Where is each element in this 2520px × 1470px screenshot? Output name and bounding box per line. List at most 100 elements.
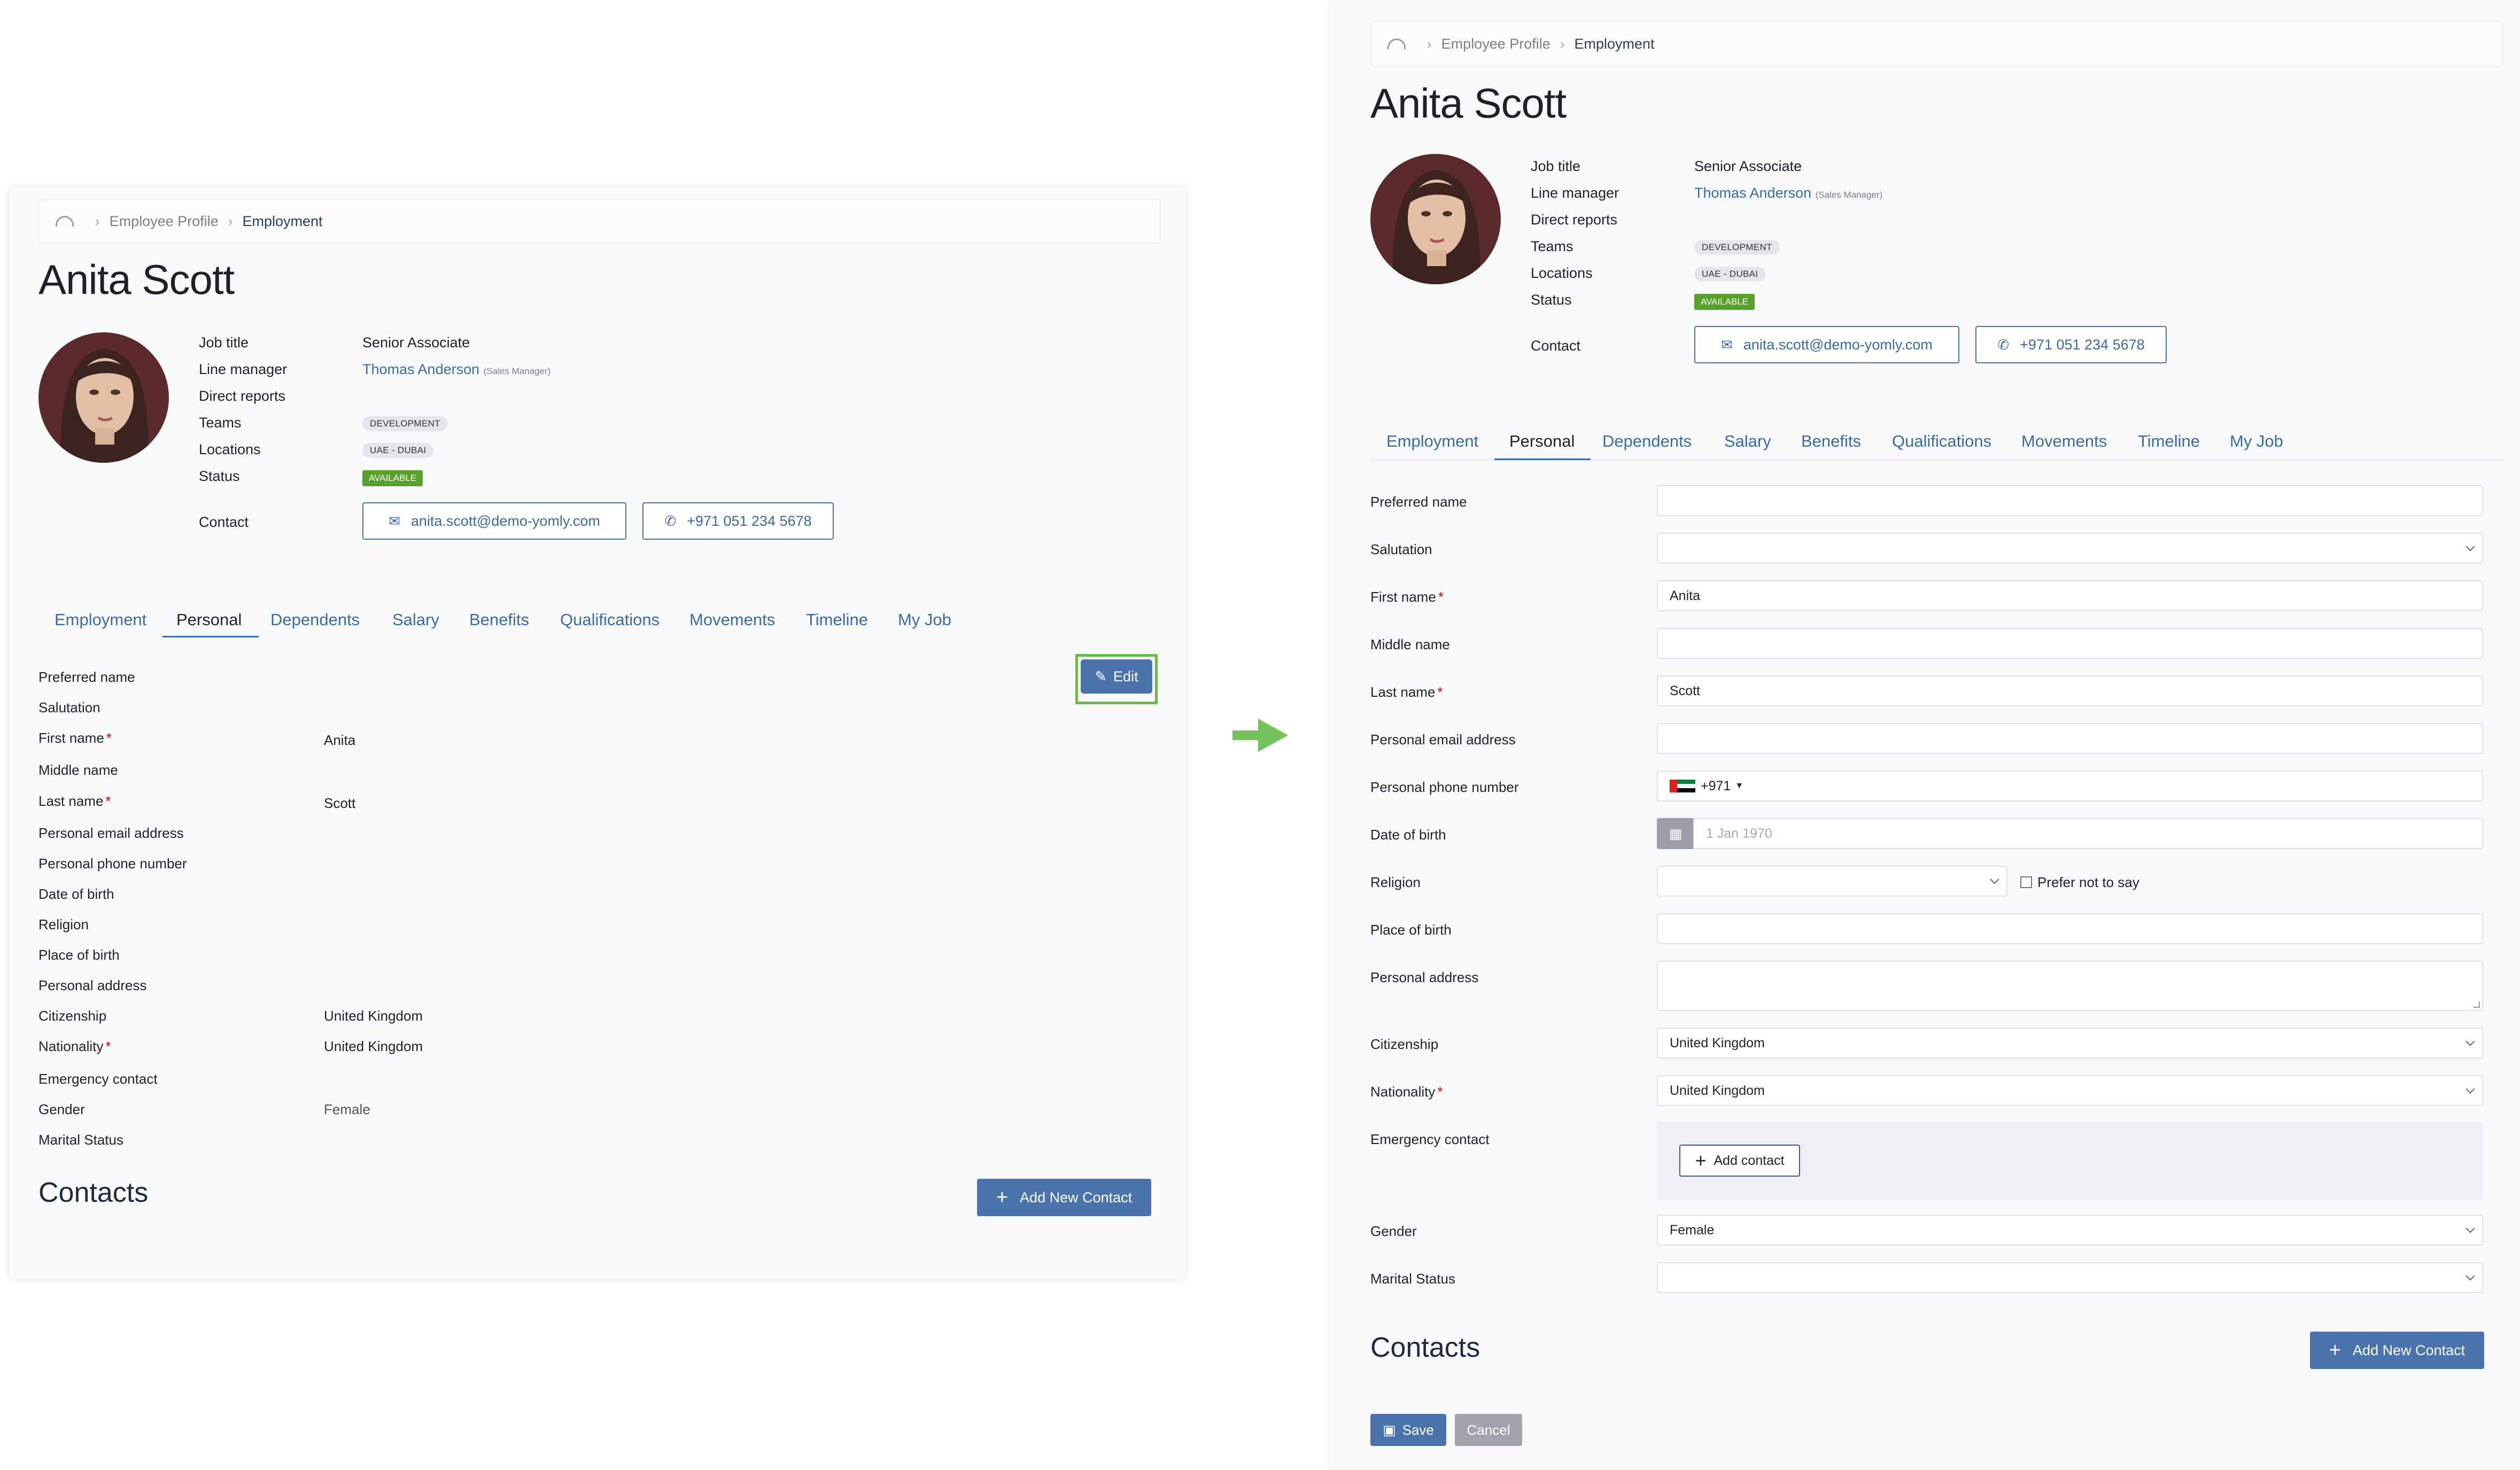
chevron-down-icon[interactable]: ▼ (1735, 781, 1743, 791)
last-name-value: Scott (324, 795, 356, 811)
contacts-title: Contacts (1370, 1332, 1480, 1363)
save-button[interactable]: ▣ Save (1370, 1414, 1446, 1446)
breadcrumb-employment: Employment (242, 213, 323, 229)
citizenship-select[interactable]: United Kingdom (1657, 1028, 2483, 1059)
add-new-contact-button[interactable]: + Add New Contact (2310, 1332, 2484, 1369)
resize-handle-icon[interactable] (2474, 1001, 2480, 1008)
tab-my-job[interactable]: My Job (898, 610, 951, 629)
tab-employment[interactable]: Employment (55, 610, 146, 629)
tab-movements[interactable]: Movements (689, 610, 775, 629)
gender-select[interactable]: Female (1657, 1215, 2483, 1246)
tab-my-job[interactable]: My Job (2230, 432, 2283, 451)
marital-status-select[interactable] (1657, 1262, 2483, 1293)
direct-reports-label: Direct reports (199, 388, 286, 404)
nationality-select[interactable]: United Kingdom (1657, 1075, 2483, 1106)
line-manager-label: Line manager (199, 361, 288, 377)
citizenship-selected: United Kingdom (1670, 1035, 1765, 1051)
prefer-not-to-say-checkbox[interactable] (2020, 876, 2032, 888)
tab-dependents[interactable]: Dependents (270, 610, 360, 629)
tab-benefits[interactable]: Benefits (1801, 432, 1861, 451)
dob-label: Date of birth (38, 886, 114, 902)
job-title-label: Job title (199, 335, 249, 351)
contacts-title: Contacts (38, 1177, 149, 1208)
tab-movements[interactable]: Movements (2021, 432, 2107, 451)
personal-email-input[interactable] (1657, 723, 2483, 754)
teams-label: Teams (1531, 238, 1573, 254)
chevron-right-icon: › (1427, 35, 1432, 52)
phone-button[interactable]: ✆ +971 051 234 5678 (1975, 326, 2167, 363)
middle-name-input[interactable] (1657, 628, 2483, 659)
religion-select[interactable] (1657, 866, 2007, 897)
tab-dependents[interactable]: Dependents (1602, 432, 1692, 451)
salutation-select[interactable] (1657, 533, 2483, 564)
personal-email-label: Personal email address (1370, 732, 1516, 748)
locations-label: Locations (199, 441, 261, 457)
place-of-birth-label: Place of birth (1370, 922, 1452, 938)
tab-qualifications[interactable]: Qualifications (560, 610, 660, 629)
preferred-name-input[interactable] (1657, 485, 2483, 516)
employee-name: Anita Scott (1370, 80, 1567, 127)
calendar-icon[interactable]: ▦ (1657, 818, 1694, 849)
line-manager-link[interactable]: Thomas Anderson (362, 361, 479, 377)
chevron-right-icon: › (95, 213, 100, 229)
first-name-value: Anita (324, 732, 356, 748)
save-icon: ▣ (1383, 1421, 1396, 1438)
last-name-label-text: Last name (38, 793, 104, 809)
tab-salary[interactable]: Salary (392, 610, 439, 629)
first-name-label-text: First name (1370, 589, 1436, 605)
chevron-down-icon (2465, 542, 2475, 551)
chevron-down-icon (2465, 1271, 2475, 1281)
first-name-input[interactable]: Anita (1657, 580, 2483, 611)
email-text: anita.scott@demo-yomly.com (1743, 336, 1933, 353)
tab-employment[interactable]: Employment (1386, 432, 1478, 451)
contact-label: Contact (1531, 338, 1581, 354)
chevron-down-icon (2465, 1224, 2475, 1233)
last-name-input[interactable]: Scott (1657, 675, 2483, 706)
first-name-label-text: First name (38, 730, 104, 746)
personal-phone-input[interactable]: +971 ▼ (1657, 771, 2483, 802)
envelope-icon: ✉ (1721, 336, 1733, 353)
tab-salary[interactable]: Salary (1724, 432, 1771, 451)
edit-button[interactable]: ✎ Edit (1081, 659, 1152, 694)
location-tag: UAE - DUBAI (1694, 267, 1766, 282)
personal-address-textarea[interactable] (1657, 961, 2483, 1011)
middle-name-label: Middle name (1370, 636, 1450, 652)
phone-button[interactable]: ✆ +971 051 234 5678 (642, 502, 834, 540)
line-manager-link[interactable]: Thomas Anderson (1694, 185, 1811, 201)
phone-code[interactable]: +971 (1701, 779, 1731, 794)
salutation-label: Salutation (38, 699, 100, 715)
line-manager-label: Line manager (1531, 185, 1619, 201)
gender-label: Gender (1370, 1223, 1417, 1239)
place-of-birth-input[interactable] (1657, 913, 2483, 944)
teams-label: Teams (199, 415, 242, 431)
tab-personal[interactable]: Personal (1509, 432, 1575, 451)
tab-benefits[interactable]: Benefits (469, 610, 529, 629)
line-manager-value: Thomas Anderson (Sales Manager) (362, 361, 550, 378)
breadcrumb-employee-profile[interactable]: Employee Profile (1441, 36, 1550, 52)
email-button[interactable]: ✉ anita.scott@demo-yomly.com (362, 502, 626, 540)
tab-qualifications[interactable]: Qualifications (1892, 432, 1991, 451)
email-button[interactable]: ✉ anita.scott@demo-yomly.com (1694, 326, 1959, 363)
prefer-not-to-say-label[interactable]: Prefer not to say (2037, 874, 2139, 891)
chevron-down-icon (1990, 875, 1999, 884)
tab-timeline[interactable]: Timeline (2138, 432, 2200, 451)
first-name-label: First name * (1370, 589, 1444, 605)
phone-icon: ✆ (1997, 336, 2010, 353)
active-tab-indicator (162, 636, 259, 637)
home-icon[interactable] (1387, 38, 1406, 49)
tab-timeline[interactable]: Timeline (806, 610, 868, 629)
add-new-contact-button[interactable]: + Add New Contact (977, 1179, 1151, 1216)
avatar (1370, 154, 1501, 284)
dob-input[interactable]: 1 Jan 1970 (1693, 818, 2483, 849)
breadcrumb-employee-profile[interactable]: Employee Profile (110, 213, 219, 230)
citizenship-label: Citizenship (1370, 1036, 1439, 1052)
add-contact-button[interactable]: + Add contact (1679, 1145, 1800, 1177)
home-icon[interactable] (56, 216, 74, 227)
add-contact-label: Add contact (1713, 1153, 1785, 1168)
add-new-contact-label: Add New Contact (1020, 1189, 1133, 1205)
cancel-button[interactable]: Cancel (1455, 1414, 1522, 1446)
uae-flag-icon[interactable] (1670, 780, 1695, 792)
status-label: Status (1531, 292, 1572, 308)
chevron-down-icon (2465, 1084, 2475, 1094)
tab-personal[interactable]: Personal (176, 610, 242, 629)
